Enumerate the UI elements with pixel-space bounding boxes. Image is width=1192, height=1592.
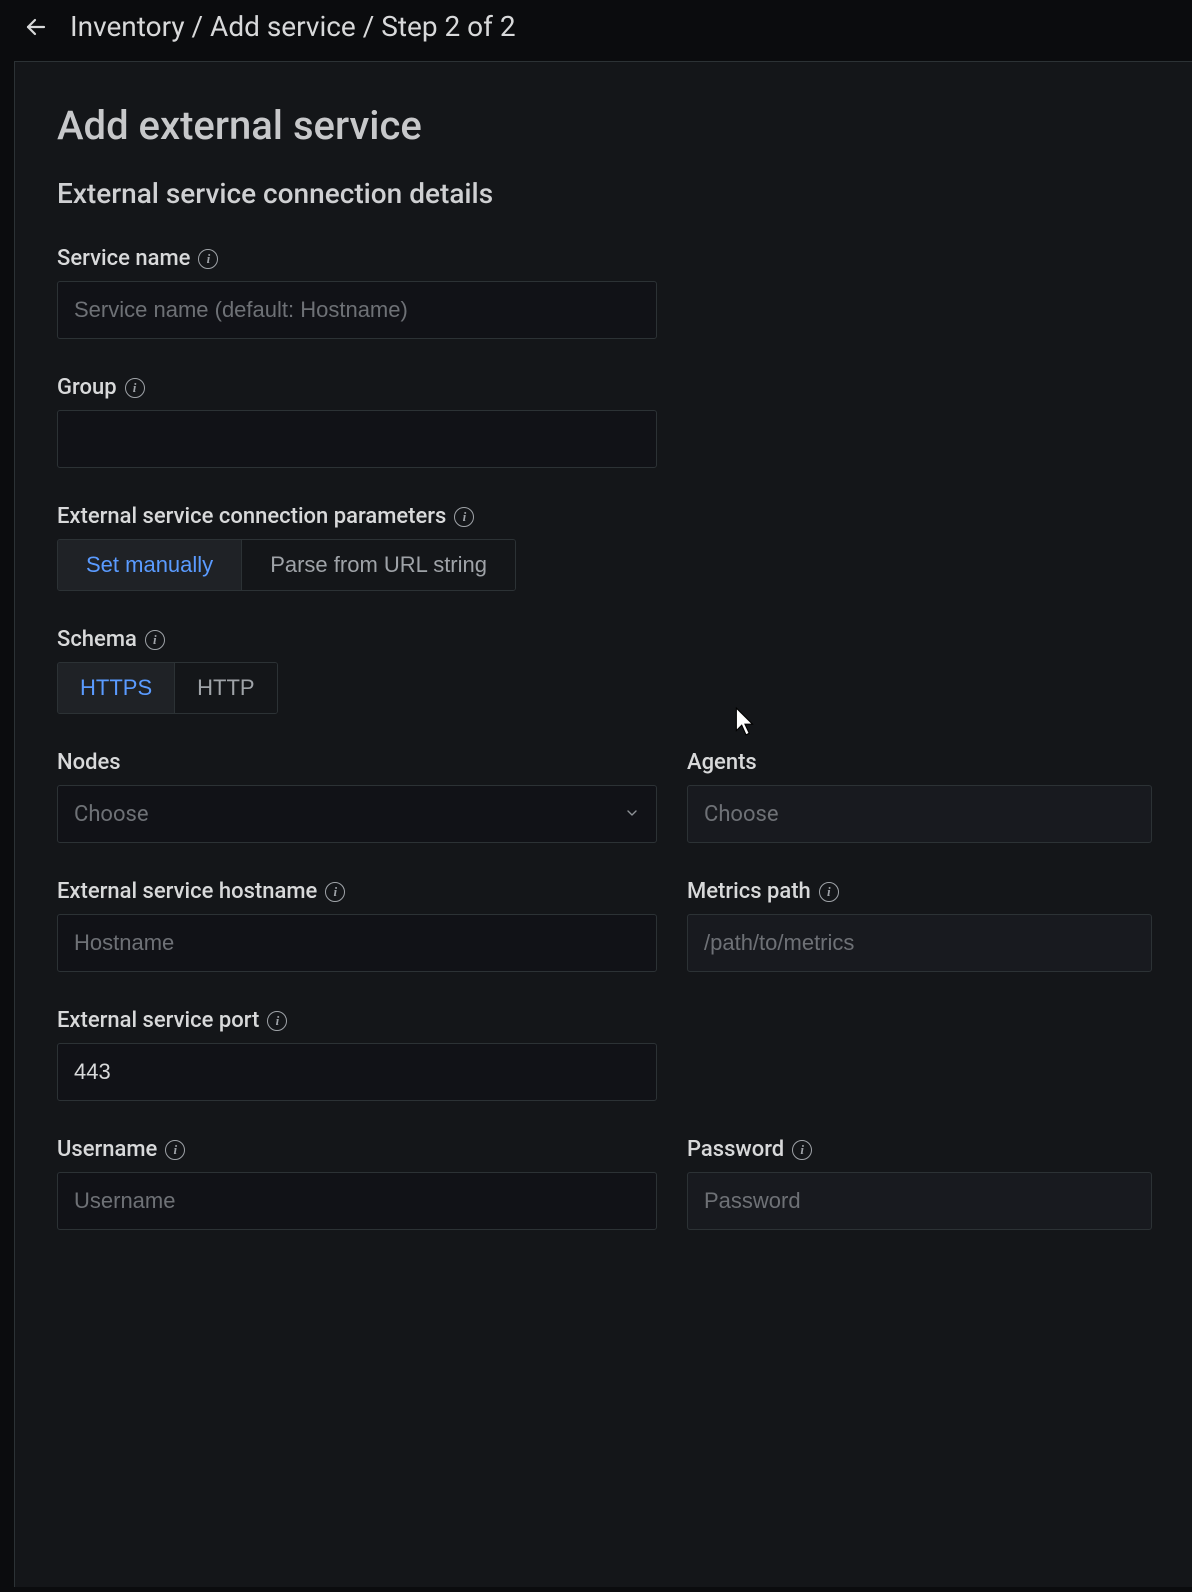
row-nodes-agents: Nodes Choose Agents Choose [57, 750, 1152, 843]
port-label: External service port [57, 1008, 259, 1033]
password-label: Password [687, 1137, 784, 1162]
username-input[interactable] [57, 1172, 657, 1230]
agents-label: Agents [687, 750, 757, 775]
info-icon[interactable]: i [819, 882, 839, 902]
schema-https-button[interactable]: HTTPS [58, 663, 175, 713]
arrow-left-icon [24, 15, 48, 39]
parse-from-url-button[interactable]: Parse from URL string [242, 540, 515, 590]
group-label: Group [57, 375, 117, 400]
page-title: Add external service [57, 102, 1152, 149]
schema-http-button[interactable]: HTTP [175, 663, 276, 713]
form-panel: Add external service External service co… [14, 61, 1192, 1587]
row-username-password: Username i Password i [57, 1137, 1152, 1230]
breadcrumb: Inventory / Add service / Step 2 of 2 [70, 10, 516, 43]
set-manually-button[interactable]: Set manually [58, 540, 242, 590]
info-icon[interactable]: i [145, 630, 165, 650]
section-title: External service connection details [57, 177, 1152, 210]
conn-params-label: External service connection parameters [57, 504, 446, 529]
schema-label: Schema [57, 627, 137, 652]
nodes-label: Nodes [57, 750, 121, 775]
agents-placeholder: Choose [704, 802, 779, 827]
metrics-path-label: Metrics path [687, 879, 811, 904]
port-input[interactable] [57, 1043, 657, 1101]
service-name-input[interactable] [57, 281, 657, 339]
conn-params-toggle: Set manually Parse from URL string [57, 539, 516, 591]
info-icon[interactable]: i [165, 1140, 185, 1160]
info-icon[interactable]: i [198, 249, 218, 269]
username-label: Username [57, 1137, 157, 1162]
hostname-label: External service hostname [57, 879, 317, 904]
field-service-name: Service name i [57, 246, 1152, 339]
schema-toggle: HTTPS HTTP [57, 662, 278, 714]
nodes-select[interactable]: Choose [57, 785, 657, 843]
password-input[interactable] [687, 1172, 1152, 1230]
service-name-label: Service name [57, 246, 190, 271]
info-icon[interactable]: i [125, 378, 145, 398]
group-input[interactable] [57, 410, 657, 468]
field-schema: Schema i HTTPS HTTP [57, 627, 1152, 714]
back-button[interactable] [22, 13, 50, 41]
info-icon[interactable]: i [267, 1011, 287, 1031]
field-conn-params: External service connection parameters i… [57, 504, 1152, 591]
info-icon[interactable]: i [792, 1140, 812, 1160]
agents-select[interactable]: Choose [687, 785, 1152, 843]
hostname-input[interactable] [57, 914, 657, 972]
chevron-down-icon [624, 802, 640, 827]
metrics-path-input[interactable] [687, 914, 1152, 972]
field-group: Group i [57, 375, 1152, 468]
row-hostname-metrics: External service hostname i Metrics path… [57, 879, 1152, 972]
field-port: External service port i [57, 1008, 1152, 1101]
info-icon[interactable]: i [325, 882, 345, 902]
header-bar: Inventory / Add service / Step 2 of 2 [0, 0, 1192, 61]
nodes-placeholder: Choose [74, 802, 149, 827]
info-icon[interactable]: i [454, 507, 474, 527]
